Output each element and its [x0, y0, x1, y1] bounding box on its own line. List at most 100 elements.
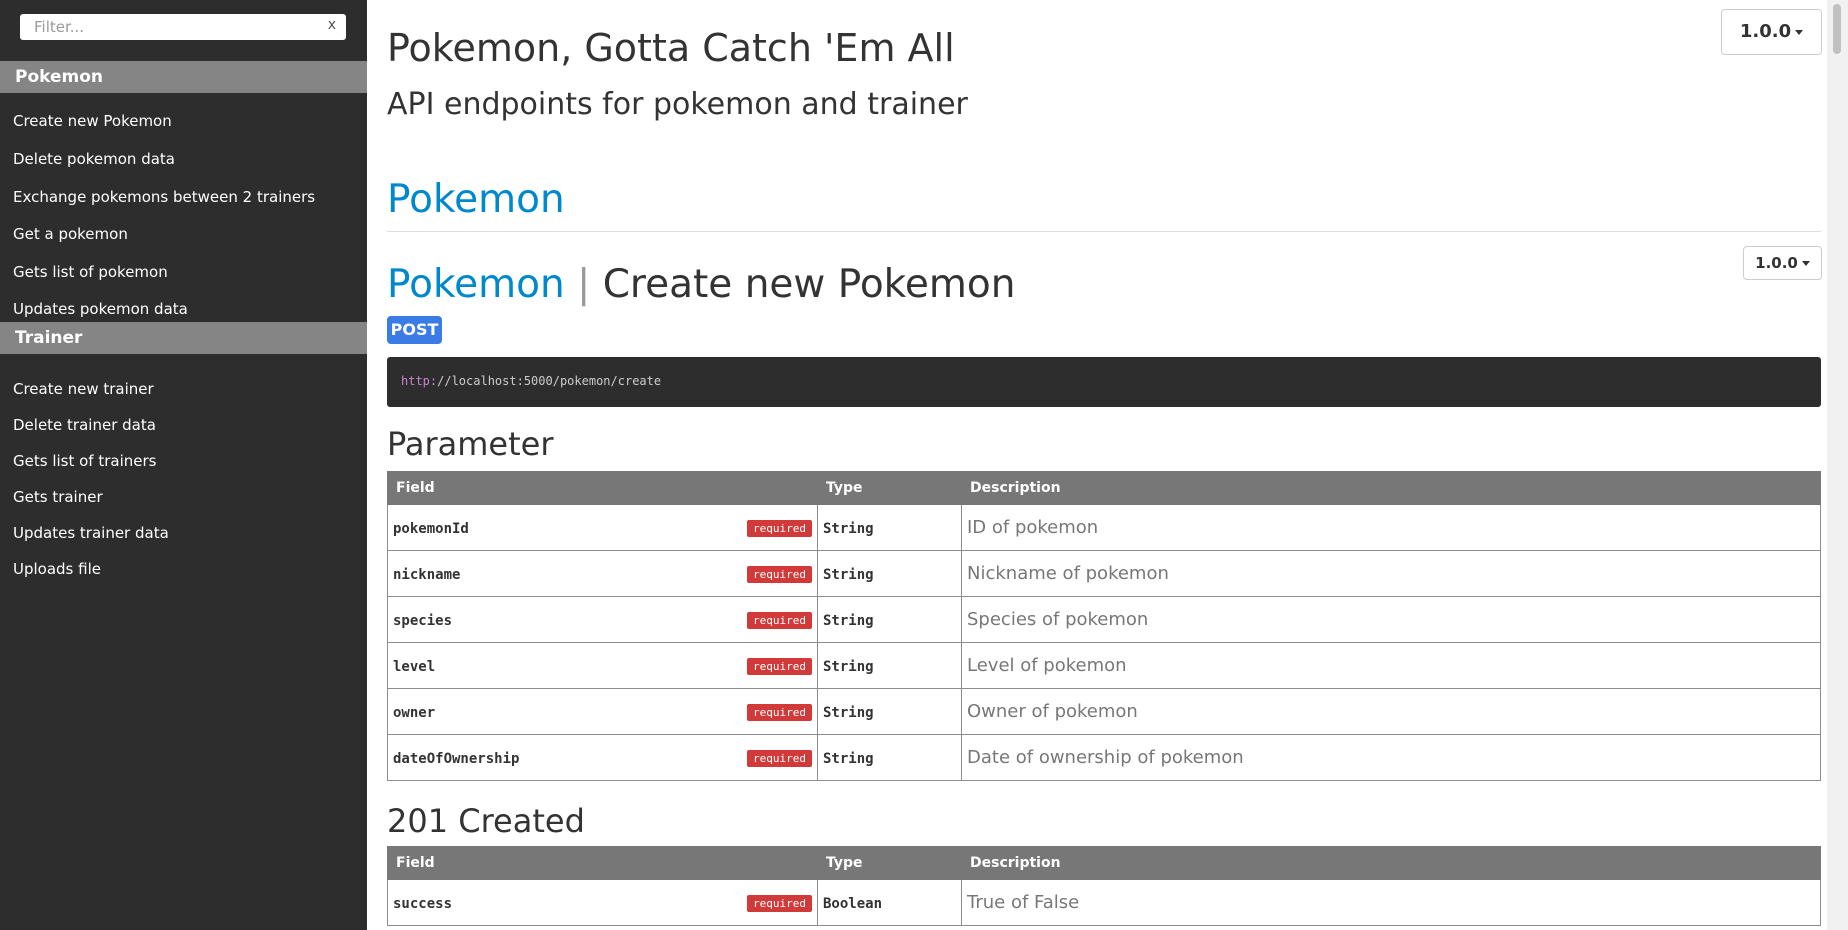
column-header-description: Description — [961, 846, 1821, 880]
filter-box: x — [20, 14, 346, 40]
required-badge: required — [747, 895, 812, 912]
field-cell: dateOfOwnership required — [387, 734, 818, 781]
field-type: String — [823, 751, 874, 767]
field-type: String — [823, 613, 874, 629]
caret-down-icon — [1795, 29, 1804, 35]
endpoint-version-label: 1.0.0 — [1755, 254, 1798, 272]
required-badge: required — [747, 566, 812, 583]
field-type: String — [823, 567, 874, 583]
version-select-button[interactable]: 1.0.0 — [1721, 9, 1822, 55]
type-cell: String — [817, 642, 962, 689]
table-header-row: Field Type Description — [387, 846, 1821, 880]
required-badge: required — [747, 750, 812, 767]
nav-item-exchange-pokemons[interactable]: Exchange pokemons between 2 trainers — [13, 187, 315, 207]
page-title: Pokemon, Gotta Catch 'Em All — [387, 26, 955, 70]
section-divider — [387, 231, 1821, 232]
description-cell: Owner of pokemon — [961, 688, 1821, 735]
field-name: owner — [393, 705, 436, 721]
field-cell: nickname required — [387, 550, 818, 597]
field-type: String — [823, 521, 874, 537]
main-content: Pokemon, Gotta Catch 'Em All API endpoin… — [367, 0, 1827, 930]
type-cell: String — [817, 688, 962, 735]
column-header-field: Field — [387, 471, 818, 505]
endpoint-name: Create new Pokemon — [602, 262, 1016, 307]
endpoint-url-box: http://localhost:5000/pokemon/create — [387, 357, 1821, 407]
nav-item-gets-list-of-pokemon[interactable]: Gets list of pokemon — [13, 262, 168, 282]
table-row: species required String Species of pokemo… — [387, 596, 1821, 643]
column-header-description: Description — [961, 471, 1821, 505]
nav-item-delete-pokemon-data[interactable]: Delete pokemon data — [13, 149, 175, 169]
endpoint-title-separator: | — [577, 262, 591, 307]
endpoint-title: Pokemon | Create new Pokemon — [387, 262, 1015, 307]
field-cell: level required — [387, 642, 818, 689]
response-table: Field Type Description success required B… — [387, 846, 1821, 926]
nav-header-trainer[interactable]: Trainer — [0, 322, 367, 354]
description-cell: Species of pokemon — [961, 596, 1821, 643]
nav-item-updates-pokemon-data[interactable]: Updates pokemon data — [13, 299, 188, 319]
clear-filter-icon[interactable]: x — [328, 17, 336, 33]
filter-input[interactable] — [20, 14, 324, 40]
field-name: nickname — [393, 567, 461, 583]
section-title: Pokemon — [387, 177, 565, 222]
nav-item-create-new-trainer[interactable]: Create new trainer — [13, 379, 154, 399]
sidebar: x Pokemon Create new Pokemon Delete poke… — [0, 0, 367, 930]
column-header-type: Type — [817, 471, 962, 505]
field-type: Boolean — [823, 896, 883, 912]
type-cell: String — [817, 504, 962, 551]
url-path: //localhost:5000/pokemon/create — [437, 374, 662, 388]
version-label: 1.0.0 — [1739, 21, 1792, 42]
page-subtitle: API endpoints for pokemon and trainer — [387, 87, 968, 122]
field-name: level — [393, 659, 436, 675]
table-row: pokemonId required String ID of pokemon — [387, 504, 1821, 551]
description-cell: Date of ownership of pokemon — [961, 734, 1821, 781]
nav-item-delete-trainer-data[interactable]: Delete trainer data — [13, 415, 156, 435]
nav-item-create-new-pokemon[interactable]: Create new Pokemon — [13, 111, 172, 131]
nav-item-uploads-file[interactable]: Uploads file — [13, 559, 101, 579]
required-badge: required — [747, 658, 812, 675]
description-cell: Nickname of pokemon — [961, 550, 1821, 597]
nav-item-updates-trainer-data[interactable]: Updates trainer data — [13, 523, 169, 543]
field-type: String — [823, 705, 874, 721]
caret-down-icon — [1801, 261, 1810, 266]
parameter-heading: Parameter — [387, 425, 554, 463]
field-cell: success required — [387, 879, 818, 926]
field-name: pokemonId — [393, 521, 469, 537]
nav-item-gets-trainer[interactable]: Gets trainer — [13, 487, 103, 507]
type-cell: String — [817, 596, 962, 643]
nav-header-pokemon[interactable]: Pokemon — [0, 61, 367, 93]
column-header-field: Field — [387, 846, 818, 880]
method-badge: POST — [387, 316, 442, 344]
endpoint-group-label: Pokemon — [387, 262, 565, 307]
table-row: owner required String Owner of pokemon — [387, 688, 1821, 735]
table-row: level required String Level of pokemon — [387, 642, 1821, 689]
table-row: success required Boolean True of False — [387, 879, 1821, 926]
field-name: success — [393, 896, 453, 912]
field-cell: pokemonId required — [387, 504, 818, 551]
table-row: nickname required String Nickname of poke… — [387, 550, 1821, 597]
response-heading: 201 Created — [387, 802, 585, 840]
scrollbar-thumb[interactable] — [1833, 4, 1841, 54]
scrollbar[interactable] — [1827, 0, 1848, 930]
required-badge: required — [747, 520, 812, 537]
field-name: species — [393, 613, 453, 629]
required-badge: required — [747, 704, 812, 721]
field-cell: species required — [387, 596, 818, 643]
required-badge: required — [747, 612, 812, 629]
field-name: dateOfOwnership — [393, 751, 520, 767]
field-type: String — [823, 659, 874, 675]
endpoint-url: http://localhost:5000/pokemon/create — [401, 374, 661, 388]
type-cell: String — [817, 734, 962, 781]
nav-item-get-a-pokemon[interactable]: Get a pokemon — [13, 224, 128, 244]
parameter-table: Field Type Description pokemonId required… — [387, 471, 1821, 781]
table-header-row: Field Type Description — [387, 471, 1821, 505]
description-cell: ID of pokemon — [961, 504, 1821, 551]
endpoint-version-select-button[interactable]: 1.0.0 — [1743, 246, 1822, 280]
nav-item-gets-list-of-trainers[interactable]: Gets list of trainers — [13, 451, 156, 471]
table-row: dateOfOwnership required String Date of o… — [387, 734, 1821, 781]
description-cell: Level of pokemon — [961, 642, 1821, 689]
type-cell: Boolean — [817, 879, 962, 926]
field-cell: owner required — [387, 688, 818, 735]
url-scheme: http: — [401, 374, 438, 388]
column-header-type: Type — [817, 846, 962, 880]
description-cell: True of False — [961, 879, 1821, 926]
